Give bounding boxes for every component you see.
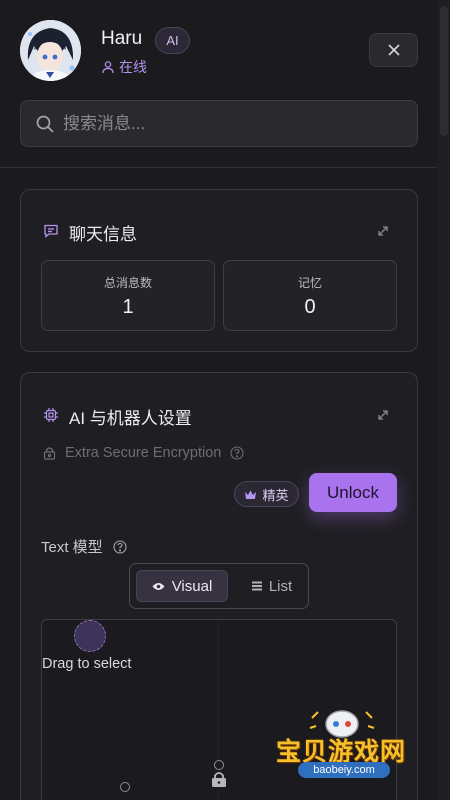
watermark-url: baobeiy.com — [298, 762, 390, 778]
toggle-list[interactable]: List — [242, 570, 302, 602]
encryption-row: Extra Secure Encryption — [43, 445, 244, 461]
view-toggle: Visual List — [129, 563, 309, 609]
avatar[interactable] — [20, 20, 81, 81]
search-box[interactable] — [20, 100, 418, 147]
user-icon — [102, 61, 114, 74]
model-row: Text 模型 — [41, 536, 127, 557]
chat-info-card: 聊天信息 总消息数 1 记忆 0 — [20, 189, 418, 352]
toggle-visual-label: Visual — [171, 577, 213, 595]
stat-value: 0 — [304, 296, 316, 318]
model-label: Text 模型 — [41, 539, 103, 556]
drag-hint: Drag to select — [42, 656, 132, 672]
unlock-button[interactable]: Unlock — [309, 473, 397, 512]
toggle-visual[interactable]: Visual — [136, 570, 228, 602]
chat-panel: Haru AI 在线 聊天信息 — [0, 0, 450, 800]
stat-value: 1 — [122, 296, 134, 318]
lock-icon — [43, 447, 56, 460]
drag-handle[interactable] — [74, 620, 106, 652]
contact-name: Haru — [101, 28, 143, 49]
expand-icon[interactable] — [376, 408, 390, 422]
chat-info-title: 聊天信息 — [69, 225, 137, 244]
locked-node-icon — [212, 772, 226, 787]
search-icon — [36, 115, 54, 133]
close-button[interactable] — [369, 33, 418, 67]
toggle-list-label: List — [268, 577, 293, 595]
status-text: 在线 — [119, 59, 147, 75]
stat-label: 记忆 — [297, 276, 322, 290]
model-node[interactable] — [214, 760, 224, 770]
ai-badge: AI — [155, 27, 190, 54]
stat-total-messages: 总消息数 1 — [41, 260, 215, 331]
scrollbar-thumb[interactable] — [440, 6, 448, 136]
chip-icon — [44, 408, 58, 422]
stat-memory: 记忆 0 — [223, 260, 397, 331]
status-indicator: 在线 — [101, 57, 147, 77]
model-node[interactable] — [120, 782, 130, 792]
crown-icon — [245, 490, 257, 499]
close-icon — [387, 44, 400, 56]
help-icon[interactable] — [113, 539, 127, 554]
message-icon — [44, 224, 58, 238]
panel-header: Haru AI 在线 — [0, 0, 437, 168]
encryption-label: Extra Secure Encryption — [65, 445, 222, 461]
elite-label: 精英 — [262, 487, 289, 503]
help-icon[interactable] — [230, 446, 244, 460]
expand-icon[interactable] — [376, 224, 390, 238]
search-input[interactable] — [63, 113, 393, 134]
ai-settings-title: AI 与机器人设置 — [69, 409, 192, 428]
elite-badge: 精英 — [234, 481, 299, 507]
stat-label: 总消息数 — [103, 276, 152, 290]
list-icon — [251, 581, 262, 591]
eye-icon — [152, 582, 165, 590]
